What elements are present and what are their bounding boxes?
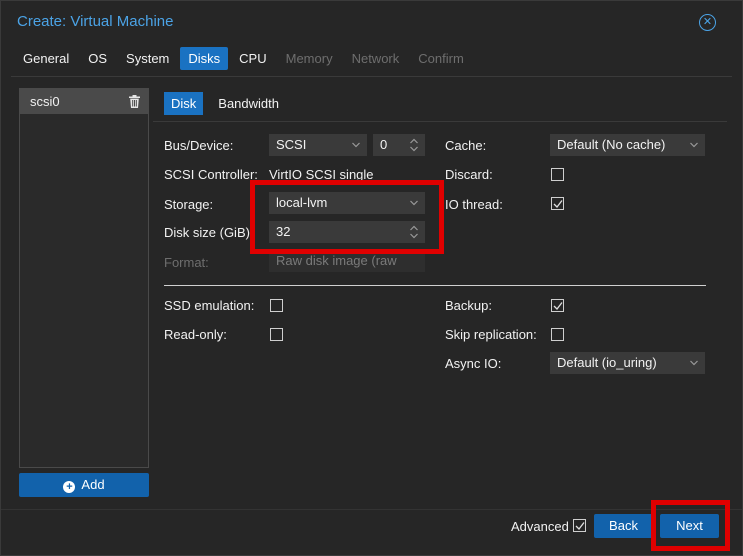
tab-network: Network — [351, 51, 400, 66]
next-button[interactable]: Next — [660, 514, 719, 538]
format-value: Raw disk image (raw — [276, 253, 397, 268]
ssd-emulation-label: SSD emulation: — [164, 298, 255, 313]
add-button-label: Add — [81, 477, 105, 492]
read-only-label: Read-only: — [164, 327, 227, 342]
disk-size-label: Disk size (GiB): — [164, 225, 254, 240]
subtab-disk[interactable]: Disk — [164, 92, 204, 115]
ssd-emulation-checkbox[interactable] — [270, 299, 283, 312]
create-vm-dialog: Create: Virtual Machine ✕ General OS Sys… — [0, 0, 743, 556]
storage-select[interactable]: local-lvm — [269, 192, 425, 214]
tabs-divider — [11, 76, 732, 77]
close-icon[interactable]: ✕ — [699, 14, 716, 31]
storage-value: local-lvm — [276, 195, 328, 210]
chevron-down-icon — [410, 200, 418, 206]
bus-device-label: Bus/Device: — [164, 138, 234, 153]
plus-icon: + — [63, 481, 76, 493]
io-thread-checkbox[interactable] — [551, 197, 564, 210]
title-bar: Create: Virtual Machine ✕ — [1, 1, 742, 43]
wizard-tabs: General OS System Disks CPU Memory Netwo… — [15, 47, 475, 71]
tab-disks[interactable]: Disks — [180, 47, 229, 70]
check-icon — [575, 522, 585, 530]
tab-cpu[interactable]: CPU — [231, 47, 274, 70]
backup-checkbox[interactable] — [551, 299, 564, 312]
tab-os[interactable]: OS — [80, 47, 115, 70]
format-select: Raw disk image (raw — [269, 250, 425, 272]
device-number-value: 0 — [380, 137, 388, 152]
spinner-icon[interactable] — [410, 137, 418, 153]
skip-replication-label: Skip replication: — [445, 327, 537, 342]
read-only-checkbox[interactable] — [270, 328, 283, 341]
tab-confirm: Confirm — [418, 51, 464, 66]
storage-label: Storage: — [164, 197, 214, 212]
device-number-stepper[interactable]: 0 — [373, 134, 425, 156]
footer-divider — [1, 509, 742, 510]
cache-value: Default (No cache) — [557, 137, 666, 152]
chevron-down-icon — [690, 142, 698, 148]
add-disk-button[interactable]: + Add — [19, 473, 149, 497]
skip-replication-checkbox[interactable] — [551, 328, 564, 341]
subtab-bandwidth[interactable]: Bandwidth — [211, 92, 286, 115]
advanced-label: Advanced — [511, 519, 569, 534]
spinner-icon[interactable] — [410, 224, 418, 240]
check-icon — [553, 302, 563, 310]
back-button[interactable]: Back — [594, 514, 653, 538]
trash-icon[interactable] — [129, 95, 140, 108]
advanced-separator — [164, 285, 706, 286]
dialog-title: Create: Virtual Machine — [17, 13, 174, 30]
cache-label: Cache: — [445, 138, 487, 153]
cache-select[interactable]: Default (No cache) — [550, 134, 705, 156]
bus-value: SCSI — [276, 137, 307, 152]
backup-label: Backup: — [445, 298, 492, 313]
list-item[interactable]: scsi0 — [20, 89, 148, 114]
io-thread-label: IO thread: — [445, 197, 503, 212]
tab-general[interactable]: General — [15, 47, 77, 70]
check-icon — [553, 200, 563, 208]
tab-memory: Memory — [285, 51, 333, 66]
disk-size-value: 32 — [276, 224, 291, 239]
subtabs-divider — [153, 121, 727, 122]
discard-label: Discard: — [445, 167, 493, 182]
scsi-controller-value: VirtIO SCSI single — [269, 167, 374, 182]
async-io-select[interactable]: Default (io_uring) — [550, 352, 705, 374]
disk-size-input[interactable]: 32 — [269, 221, 425, 243]
advanced-checkbox[interactable] — [573, 519, 586, 532]
discard-checkbox[interactable] — [551, 168, 564, 181]
async-io-value: Default (io_uring) — [557, 355, 657, 370]
disk-subtabs: Disk Bandwidth — [164, 92, 294, 115]
chevron-down-icon — [690, 360, 698, 366]
scsi-controller-label: SCSI Controller: — [164, 167, 258, 182]
device-label: scsi0 — [30, 94, 60, 109]
tab-system[interactable]: System — [118, 47, 177, 70]
disk-device-list: scsi0 — [19, 88, 149, 468]
bus-select[interactable]: SCSI — [269, 134, 367, 156]
async-io-label: Async IO: — [445, 356, 502, 371]
format-label: Format: — [164, 255, 209, 270]
chevron-down-icon — [352, 142, 360, 148]
